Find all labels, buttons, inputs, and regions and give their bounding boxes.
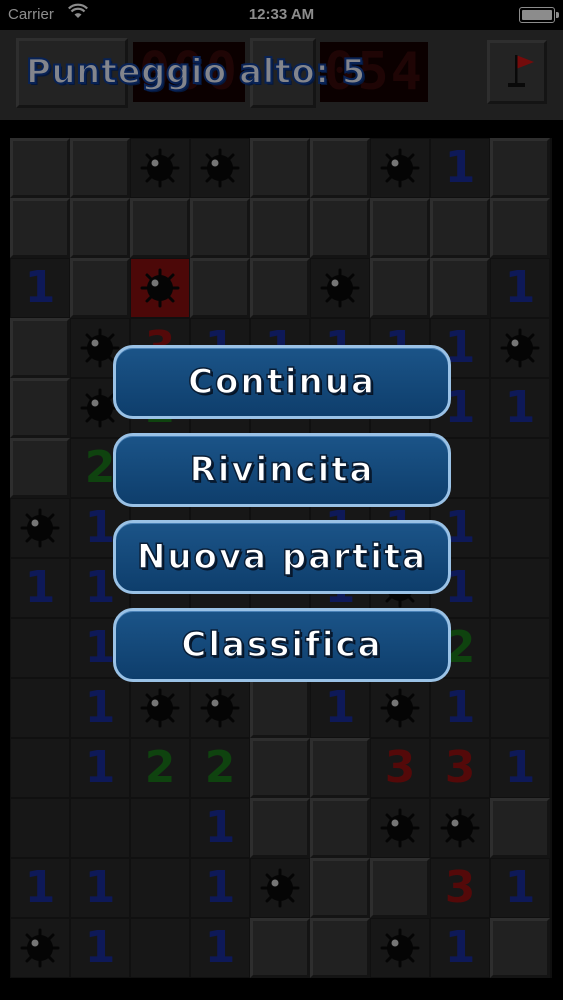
leaderboard-button[interactable]: Classifica <box>113 608 451 682</box>
rematch-button-label: Rivincita <box>189 449 375 491</box>
continue-button-label: Continua <box>187 361 376 403</box>
menu-overlay: Continua Rivincita Nuova partita Classif… <box>0 0 563 1000</box>
leaderboard-button-label: Classifica <box>181 624 383 666</box>
new-game-button-label: Nuova partita <box>136 536 428 578</box>
continue-button[interactable]: Continua <box>113 345 451 419</box>
rematch-button[interactable]: Rivincita <box>113 433 451 507</box>
new-game-button[interactable]: Nuova partita <box>113 520 451 594</box>
